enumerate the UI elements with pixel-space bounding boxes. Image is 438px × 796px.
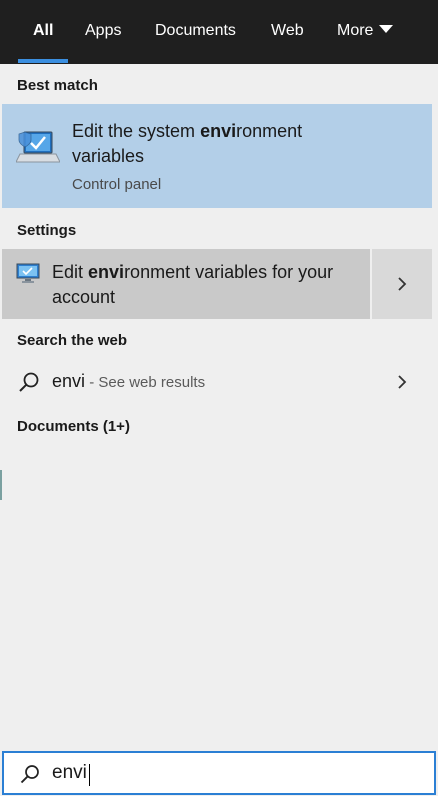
best-match-subtitle: Control panel <box>72 176 162 193</box>
tab-apps[interactable]: Apps <box>85 0 121 64</box>
tab-documents[interactable]: Documents <box>155 0 236 64</box>
search-filter-tabs: All Apps Documents Web More <box>0 0 438 64</box>
window-edge-divider <box>0 470 2 500</box>
search-panel: All Apps Documents Web More Best match E… <box>0 0 438 796</box>
tab-more[interactable]: More <box>337 0 394 64</box>
setting-result-title: Edit environment variables for your acco… <box>52 260 357 310</box>
web-search-result[interactable]: envi - See web results <box>2 362 432 404</box>
setting-expand-button[interactable] <box>372 249 432 319</box>
section-search-web-heading: Search the web <box>17 332 128 349</box>
section-documents-heading[interactable]: Documents (1+) <box>17 418 130 435</box>
chevron-right-icon <box>398 375 407 389</box>
web-search-text: envi - See web results <box>52 371 205 392</box>
tab-web[interactable]: Web <box>271 0 304 64</box>
search-icon <box>20 765 39 784</box>
setting-result[interactable]: Edit environment variables for your acco… <box>2 249 370 319</box>
best-match-title: Edit the system environment variables <box>72 119 372 169</box>
section-settings-heading: Settings <box>17 222 77 239</box>
best-match-result[interactable]: Edit the system environment variables Co… <box>2 104 432 208</box>
monitor-settings-icon <box>16 263 40 283</box>
search-input[interactable] <box>52 757 412 789</box>
setting-title-pre: Edit <box>52 262 89 282</box>
best-match-title-pre: Edit the system <box>72 121 201 141</box>
tab-more-label: More <box>337 22 374 39</box>
tab-all[interactable]: All <box>33 0 53 64</box>
section-best-match-heading: Best match <box>17 77 98 94</box>
caret-down-icon <box>379 24 394 33</box>
text-cursor <box>89 764 90 786</box>
system-computer-icon <box>16 131 60 163</box>
chevron-right-icon <box>398 277 407 291</box>
active-tab-indicator <box>18 59 68 63</box>
best-match-title-match: envi <box>200 121 237 141</box>
search-icon <box>19 372 39 392</box>
search-box[interactable] <box>2 751 436 795</box>
web-query: envi <box>52 371 86 391</box>
web-query-suffix: - See web results <box>85 374 206 391</box>
setting-title-match: envi <box>88 262 125 282</box>
